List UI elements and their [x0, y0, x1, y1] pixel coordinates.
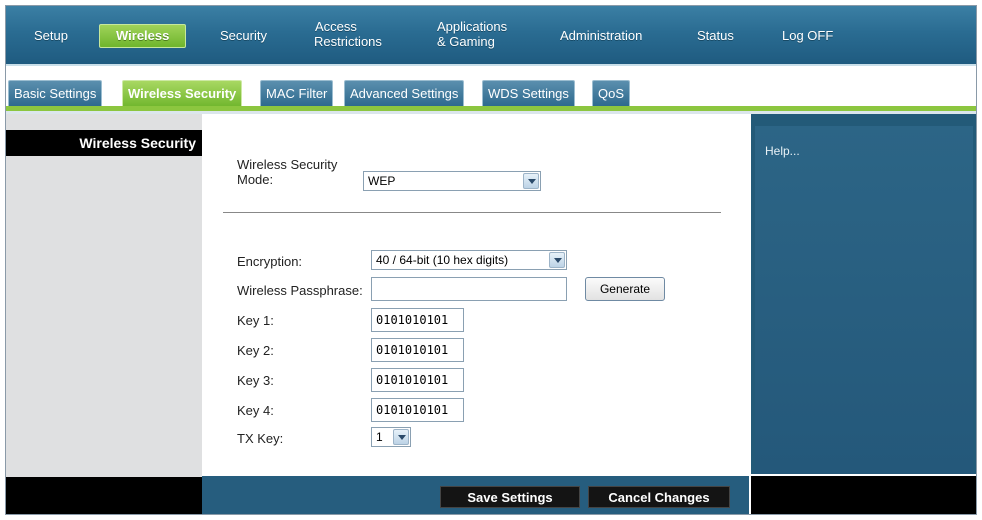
txkey-select[interactable]: 1	[371, 427, 411, 447]
nav-access-restrictions[interactable]: Access Restrictions	[314, 19, 382, 49]
nav-setup[interactable]: Setup	[34, 28, 68, 44]
tab-mac-filter[interactable]: MAC Filter	[260, 80, 334, 106]
key3-label: Key 3:	[237, 373, 274, 388]
left-column: Wireless Security	[6, 114, 202, 514]
nav-access-line2: Restrictions	[314, 34, 382, 49]
cancel-changes-button[interactable]: Cancel Changes	[588, 486, 730, 508]
sub-tabs: Basic Settings Wireless Security MAC Fil…	[6, 68, 976, 108]
nav-wireless[interactable]: Wireless	[99, 24, 187, 48]
help-link[interactable]: Help...	[765, 144, 800, 158]
tab-wds-settings[interactable]: WDS Settings	[482, 80, 575, 106]
help-column: Help...	[751, 114, 976, 474]
security-mode-label: Wireless Security Mode:	[237, 157, 337, 187]
save-settings-button[interactable]: Save Settings	[440, 486, 580, 508]
action-bar-right	[751, 476, 976, 514]
key2-input[interactable]: 0101010101	[371, 338, 464, 362]
security-mode-label-line2: Mode:	[237, 172, 274, 187]
key1-input[interactable]: 0101010101	[371, 308, 464, 332]
top-navigation: Setup Wireless Security Access Restricti…	[6, 6, 976, 66]
section-divider	[223, 212, 721, 213]
help-panel	[755, 126, 973, 474]
section-title: Wireless Security	[6, 130, 202, 156]
encryption-value: 40 / 64-bit (10 hex digits)	[376, 253, 509, 267]
key2-label: Key 2:	[237, 343, 274, 358]
nav-status[interactable]: Status	[697, 28, 734, 44]
nav-logoff[interactable]: Log OFF	[782, 28, 833, 44]
key4-input[interactable]: 0101010101	[371, 398, 464, 422]
router-admin-frame: Setup Wireless Security Access Restricti…	[5, 5, 977, 515]
tab-qos[interactable]: QoS	[592, 80, 631, 106]
nav-apps-line2: & Gaming	[437, 34, 495, 49]
tab-wireless-security[interactable]: Wireless Security	[122, 80, 243, 106]
security-mode-label-line1: Wireless Security	[237, 157, 338, 172]
passphrase-label: Wireless Passphrase:	[237, 283, 363, 298]
passphrase-input[interactable]	[371, 277, 567, 301]
tab-basic-settings[interactable]: Basic Settings	[8, 80, 103, 106]
chevron-down-icon[interactable]	[523, 173, 539, 189]
chevron-down-icon[interactable]	[393, 429, 409, 445]
key4-label: Key 4:	[237, 403, 274, 418]
generate-button[interactable]: Generate	[585, 277, 665, 301]
chevron-down-icon[interactable]	[549, 252, 565, 268]
nav-applications-gaming[interactable]: Applications & Gaming	[437, 19, 507, 49]
txkey-label: TX Key:	[237, 431, 284, 446]
action-bar: Save Settings Cancel Changes	[202, 476, 749, 514]
encryption-select[interactable]: 40 / 64-bit (10 hex digits)	[371, 250, 567, 270]
nav-apps-line1: Applications	[437, 19, 508, 34]
nav-access-line1: Access	[315, 19, 357, 34]
left-footer-bar	[6, 477, 202, 514]
key3-input[interactable]: 0101010101	[371, 368, 464, 392]
nav-administration[interactable]: Administration	[560, 28, 642, 44]
nav-security[interactable]: Security	[220, 28, 267, 44]
txkey-value: 1	[376, 430, 383, 444]
tab-advanced-settings[interactable]: Advanced Settings	[344, 80, 465, 106]
settings-panel: Wireless Security Mode: WEP Encryption: …	[202, 114, 749, 474]
security-mode-select[interactable]: WEP	[363, 171, 541, 191]
key1-label: Key 1:	[237, 313, 274, 328]
encryption-label: Encryption:	[237, 254, 303, 269]
security-mode-value: WEP	[368, 174, 396, 188]
